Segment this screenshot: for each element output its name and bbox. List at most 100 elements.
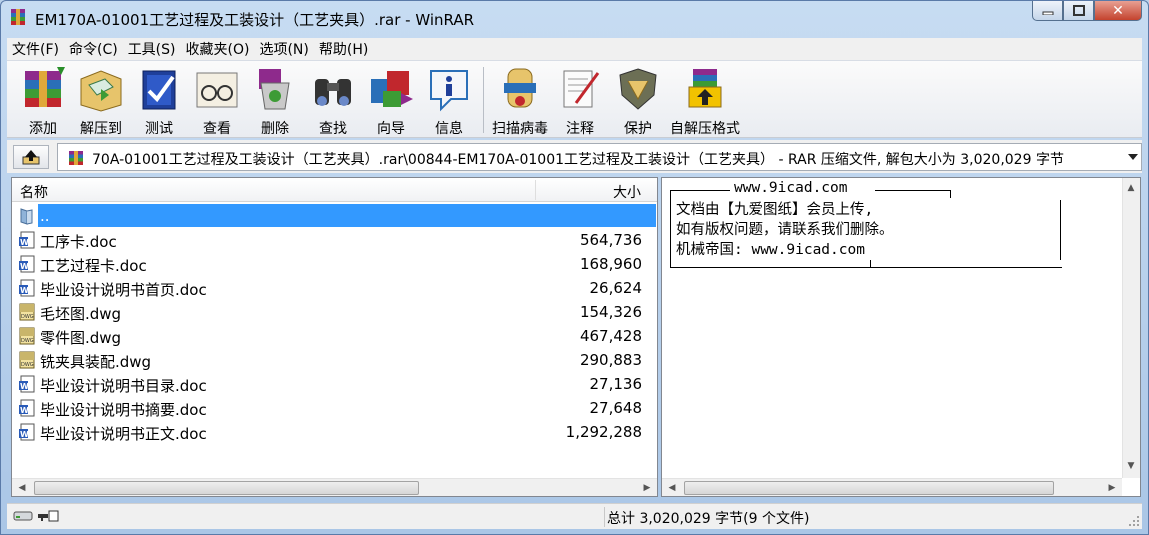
address-bar: 70A-01001工艺过程及工装设计（工艺夹具）.rar\00844-EM170…	[7, 140, 1142, 173]
scroll-left-icon[interactable]: ◀	[14, 480, 30, 496]
file-row[interactable]: DWG 铣夹具装配.dwg 290,883	[16, 348, 656, 372]
dwg-file-icon: DWG	[19, 327, 35, 345]
minimize-button[interactable]	[1032, 1, 1063, 21]
file-row[interactable]: W 毕业设计说明书摘要.doc 27,648	[16, 396, 656, 420]
file-row[interactable]: W 毕业设计说明书目录.doc 27,136	[16, 372, 656, 396]
maximize-button[interactable]	[1063, 1, 1094, 21]
path-field[interactable]: 70A-01001工艺过程及工装设计（工艺夹具）.rar\00844-EM170…	[57, 143, 1142, 171]
file-row[interactable]: DWG 毛坯图.dwg 154,326	[16, 300, 656, 324]
scroll-thumb[interactable]	[684, 481, 1054, 495]
add-label: 添加	[29, 121, 57, 137]
winrar-window: EM170A-01001工艺过程及工装设计（工艺夹具）.rar - WinRAR…	[0, 0, 1149, 535]
dwg-file-icon: DWG	[19, 303, 35, 321]
info-label: 信息	[435, 121, 463, 137]
vertical-scrollbar[interactable]: ▲ ▼	[1122, 178, 1140, 478]
resize-grip-icon[interactable]	[1128, 515, 1140, 527]
comment-frame-top	[875, 190, 951, 191]
menu-tools[interactable]: 工具(S)	[123, 39, 181, 59]
menu-commands[interactable]: 命令(C)	[64, 39, 123, 59]
word-doc-icon: W	[19, 255, 35, 273]
up-arrow-icon	[22, 150, 40, 165]
file-row[interactable]: DWG 零件图.dwg 467,428	[16, 324, 656, 348]
file-row[interactable]: W 毕业设计说明书首页.doc 26,624	[16, 276, 656, 300]
protect-button[interactable]: 保护	[612, 61, 664, 138]
scroll-thumb[interactable]	[34, 481, 419, 495]
virus-scan-icon	[504, 68, 536, 108]
file-size: 168,960	[579, 255, 642, 273]
extract-to-icon	[80, 70, 122, 112]
file-row-parent[interactable]: ..	[16, 204, 656, 228]
up-folder-button[interactable]	[13, 145, 49, 169]
status-summary: 总计 3,020,029 字节(9 个文件)	[607, 511, 810, 527]
file-name: 工序卡.doc	[40, 233, 117, 251]
file-size: 1,292,288	[565, 423, 642, 441]
file-size: 26,624	[589, 279, 643, 297]
svg-text:W: W	[20, 262, 29, 271]
extract-to-button[interactable]: 解压到	[75, 61, 127, 138]
svg-text:DWG: DWG	[21, 362, 34, 368]
column-name[interactable]: 名称	[20, 182, 48, 202]
scroll-up-icon[interactable]: ▲	[1123, 180, 1139, 196]
comment-line: 机械帝国: www.9icad.com	[676, 242, 865, 258]
file-name: 毕业设计说明书首页.doc	[40, 281, 207, 299]
scroll-right-icon[interactable]: ▶	[1104, 480, 1120, 496]
scroll-left-icon[interactable]: ◀	[664, 480, 680, 496]
column-divider[interactable]	[535, 180, 536, 200]
comment-button[interactable]: 注释	[554, 61, 606, 138]
comment-header: www.9icad.com	[734, 180, 848, 196]
menu-favorites[interactable]: 收藏夹(O)	[181, 39, 255, 59]
chevron-down-icon[interactable]	[1128, 153, 1138, 161]
drive-icon[interactable]	[13, 510, 33, 522]
column-size[interactable]: 大小	[613, 182, 641, 202]
winrar-icon	[11, 9, 25, 25]
wizard-button[interactable]: 向导	[365, 61, 417, 138]
test-button[interactable]: 测试	[133, 61, 185, 138]
add-archive-icon	[25, 67, 65, 107]
comment-frame-tick	[950, 190, 951, 198]
wizard-label: 向导	[377, 121, 405, 137]
title-bar[interactable]: EM170A-01001工艺过程及工装设计（工艺夹具）.rar - WinRAR…	[1, 1, 1148, 35]
status-bar: 总计 3,020,029 字节(9 个文件)	[7, 503, 1142, 529]
delete-label: 删除	[261, 121, 289, 137]
file-row[interactable]: W 工序卡.doc 564,736	[16, 228, 656, 252]
scroll-down-icon[interactable]: ▼	[1123, 458, 1139, 474]
file-size: 290,883	[579, 351, 642, 369]
word-doc-icon: W	[19, 375, 35, 393]
file-list-header: 名称 大小	[12, 178, 657, 202]
rar-archive-icon	[69, 151, 83, 165]
horizontal-scrollbar[interactable]: ◀ ▶	[12, 478, 657, 496]
delete-icon	[259, 69, 290, 110]
test-icon	[142, 70, 176, 110]
wizard-icon	[371, 71, 413, 107]
scroll-right-icon[interactable]: ▶	[639, 480, 655, 496]
comment-icon	[563, 70, 600, 108]
close-icon: ✕	[1112, 2, 1124, 19]
sfx-label: 自解压格式	[670, 121, 740, 137]
key-icon[interactable]	[37, 510, 59, 522]
close-button[interactable]: ✕	[1094, 1, 1142, 21]
file-name: 毕业设计说明书摘要.doc	[40, 401, 207, 419]
menu-bar: 文件(F) 命令(C) 工具(S) 收藏夹(O) 选项(N) 帮助(H)	[7, 38, 1142, 60]
menu-help[interactable]: 帮助(H)	[314, 39, 373, 59]
add-button[interactable]: 添加	[17, 61, 69, 138]
sfx-button[interactable]: 自解压格式	[670, 61, 740, 138]
file-list: 名称 大小 .. W 工序卡.doc 564,736 W 工艺过程卡.doc 1…	[11, 177, 658, 497]
sfx-icon	[688, 69, 722, 108]
menu-options[interactable]: 选项(N)	[254, 39, 313, 59]
file-row[interactable]: W 毕业设计说明书正文.doc 1,292,288	[16, 420, 656, 444]
file-row[interactable]: W 工艺过程卡.doc 168,960	[16, 252, 656, 276]
file-name: ..	[40, 207, 50, 225]
word-doc-icon: W	[19, 423, 35, 441]
extract-to-label: 解压到	[80, 121, 122, 137]
view-label: 查看	[203, 121, 231, 137]
menu-file[interactable]: 文件(F)	[7, 39, 64, 59]
info-button[interactable]: 信息	[423, 61, 475, 138]
virus-scan-button[interactable]: 扫描病毒	[492, 61, 548, 138]
view-button[interactable]: 查看	[191, 61, 243, 138]
find-button[interactable]: 查找	[307, 61, 359, 138]
file-size: 27,648	[589, 399, 643, 417]
word-doc-icon: W	[19, 231, 35, 249]
dwg-file-icon: DWG	[19, 351, 35, 369]
horizontal-scrollbar[interactable]: ◀ ▶	[662, 478, 1122, 496]
delete-button[interactable]: 删除	[249, 61, 301, 138]
